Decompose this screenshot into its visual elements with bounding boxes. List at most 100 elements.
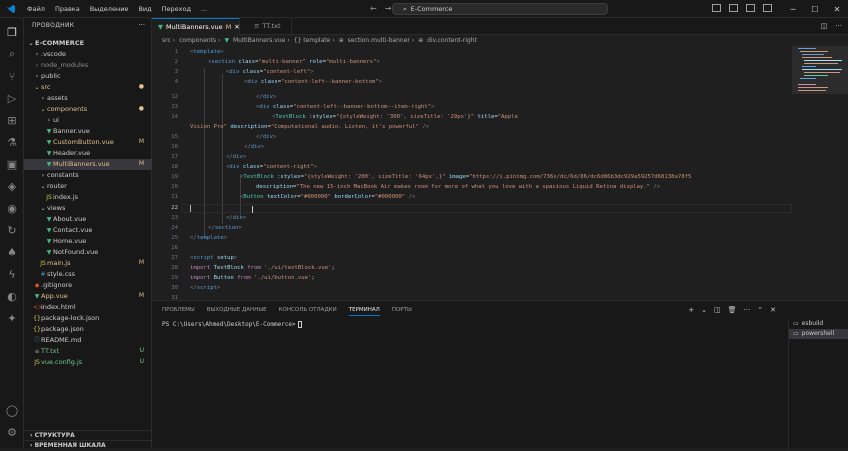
timeline-section[interactable]: › ВРЕМЕННАЯ ШКАЛА (24, 440, 152, 450)
tree-item[interactable]: ◆ .gitignore (24, 280, 152, 291)
source-control-icon[interactable]: ⑂ (4, 68, 20, 84)
chevron-right-icon: › (41, 172, 45, 179)
element-icon: ⊕ (418, 37, 424, 44)
breadcrumb-item[interactable]: div.content-right (427, 37, 477, 44)
run-debug-icon[interactable]: ▷ (4, 90, 20, 106)
tree-item[interactable]: ⌄components ● (24, 104, 152, 115)
tab-tt-txt[interactable]: ≡ TT.txt (248, 18, 292, 35)
tab-terminal[interactable]: ТЕРМИНАЛ (348, 307, 380, 316)
menu-edit[interactable]: Правка (50, 0, 85, 18)
close-icon[interactable]: ✕ (826, 5, 848, 14)
tree-item-selected[interactable]: ▼ MultiBanners.vue M (24, 159, 152, 170)
tree-item[interactable]: <>index.html (24, 302, 152, 313)
tab-multibanners[interactable]: ▼ MultiBanners.vue M ✕ (152, 18, 240, 35)
chat-icon[interactable]: ◉ (4, 200, 20, 216)
split-terminal-icon[interactable]: ◫ (714, 306, 721, 314)
js-file-icon: JS (40, 260, 46, 267)
kill-terminal-icon[interactable]: 🗑 (728, 306, 737, 314)
account-icon[interactable]: ◯ (4, 402, 20, 418)
tree-item[interactable]: ▼ Banner.vue (24, 126, 152, 137)
close-panel-icon[interactable]: ✕ (770, 306, 776, 314)
menu-go[interactable]: Переход (157, 0, 196, 18)
extensions-icon[interactable]: ⊞ (4, 112, 20, 128)
edge-tools-icon[interactable]: ◐ (4, 288, 20, 304)
text-file-icon: ≡ (254, 22, 260, 30)
testing-icon[interactable]: ⚗ (4, 134, 20, 150)
tree-item[interactable]: ▼ About.vue (24, 214, 152, 225)
breadcrumb-item[interactable]: components (179, 37, 216, 44)
more-actions-icon[interactable]: ··· (138, 21, 145, 29)
breadcrumb-item[interactable]: section.multi-banner (348, 37, 410, 44)
maximize-icon[interactable]: ☐ (804, 5, 826, 14)
settings-gear-icon[interactable]: ⚙ (4, 424, 20, 440)
remote-explorer-icon[interactable]: ▣ (4, 156, 20, 172)
terminal-prompt[interactable]: PS C:\Users\Ahmed\Desktop\E-Commerce> (162, 321, 302, 328)
tree-item[interactable]: ▼ CustomButton.vue M (24, 137, 152, 148)
menu-view[interactable]: Вид (133, 0, 156, 18)
tree-item[interactable]: ▼ Contact.vue (24, 225, 152, 236)
tree-item[interactable]: › constants (24, 170, 152, 181)
tree-item[interactable]: JSvue.config.js U (24, 357, 152, 368)
tree-item[interactable]: ⌄src ● (24, 82, 152, 93)
tree-item[interactable]: JSmain.js M (24, 258, 152, 269)
tree-item[interactable]: › assets (24, 93, 152, 104)
tab-output[interactable]: ВЫХОДНЫЕ ДАННЫЕ (207, 307, 267, 316)
forward-arrow-icon[interactable]: → (385, 4, 392, 13)
tree-item[interactable]: › public (24, 71, 152, 82)
menu-selection[interactable]: Выделение (85, 0, 134, 18)
tree-item[interactable]: ▼ App.vue M (24, 291, 152, 302)
explorer-icon[interactable]: ❐ (4, 24, 20, 40)
breadcrumb-item[interactable]: MultiBanners.vue (233, 37, 285, 44)
command-center[interactable]: ⌕ E-Commerce (392, 3, 608, 15)
menu-file[interactable]: Файл (22, 0, 50, 18)
tree-item[interactable]: ≡TT.txt U (24, 346, 152, 357)
tree-item[interactable]: #style.css (24, 269, 152, 280)
search-icon[interactable]: ⌕ (4, 46, 20, 62)
back-arrow-icon[interactable]: ← (370, 4, 377, 13)
tree-item[interactable]: ▼ Home.vue (24, 236, 152, 247)
tree-item[interactable]: ▼ NotFound.vue (24, 247, 152, 258)
toggle-sidebar-icon[interactable] (712, 4, 721, 12)
new-terminal-icon[interactable]: + (688, 306, 694, 314)
toggle-secondary-sidebar-icon[interactable] (746, 4, 755, 12)
tree-item[interactable]: › .vscode (24, 49, 152, 60)
tab-problems[interactable]: ПРОБЛЕМЫ (162, 307, 195, 316)
breadcrumb-item[interactable]: src (162, 37, 171, 44)
minimap-slider[interactable] (792, 46, 848, 94)
live-share-icon[interactable]: ↻ (4, 222, 20, 238)
tree-item[interactable]: ⓘREADME.md (24, 335, 152, 346)
minimap[interactable] (792, 36, 848, 300)
tree-item[interactable]: {}package.json (24, 324, 152, 335)
more-actions-icon[interactable]: ··· (835, 22, 842, 30)
code-editor[interactable]: 1 2 3 4 12 13 14 15 16 17 18 19 20 21 22… (152, 46, 792, 300)
tab-ports[interactable]: ПОРТЫ (392, 307, 412, 316)
minimize-icon[interactable]: ─ (782, 5, 804, 14)
tree-item[interactable]: ⌄router (24, 181, 152, 192)
dropdown-chevron-icon[interactable]: ⌄ (701, 306, 707, 314)
thunder-client-icon[interactable]: ϟ (4, 266, 20, 282)
outline-section[interactable]: › СТРУКТУРА (24, 430, 152, 440)
customize-layout-icon[interactable] (763, 4, 772, 12)
terminal-item-esbuild[interactable]: ▭ esbuild (789, 319, 848, 329)
more-actions-icon[interactable]: ··· (744, 306, 751, 314)
tree-item[interactable]: › node_modules (24, 60, 152, 71)
tree-item[interactable]: JSindex.js (24, 192, 152, 203)
tree-item[interactable]: ⌄views (24, 203, 152, 214)
mongodb-leaf-icon[interactable]: ♠ (4, 244, 20, 260)
maximize-panel-icon[interactable]: ⌃ (757, 306, 763, 314)
code-line: <div class="content-right"> (226, 164, 317, 170)
terminal-item-powershell[interactable]: ▭ powershell (789, 329, 848, 339)
menu-more[interactable]: ... (196, 0, 212, 18)
tab-debug-console[interactable]: КОНСОЛЬ ОТЛАДКИ (279, 307, 337, 316)
tree-item[interactable]: {}package-lock.json (24, 313, 152, 324)
copilot-icon[interactable]: ✦ (4, 310, 20, 326)
explorer-root[interactable]: ⌄E-COMMERCE (24, 38, 152, 49)
vue-file-icon: ▼ (158, 22, 163, 31)
tree-item[interactable]: › ui (24, 115, 152, 126)
breadcrumb-item[interactable]: {} template (294, 37, 331, 44)
toggle-panel-icon[interactable] (729, 4, 738, 12)
close-tab-icon[interactable]: ✕ (234, 19, 239, 36)
docker-icon[interactable]: ◈ (4, 178, 20, 194)
tree-item[interactable]: ▼ Header.vue (24, 148, 152, 159)
split-editor-icon[interactable]: ◫ (821, 22, 828, 30)
